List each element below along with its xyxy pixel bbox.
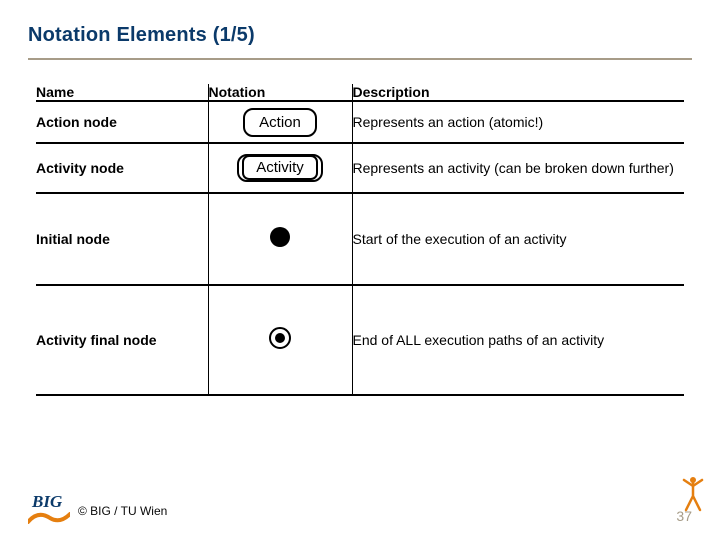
activity-node-icon: Activity [237, 154, 323, 182]
row-description: Represents an activity (can be broken do… [352, 143, 684, 193]
footer: BIG © BIG / TU Wien [28, 498, 167, 524]
row-notation [208, 193, 352, 285]
big-logo-text: BIG [32, 492, 62, 512]
header-notation: Notation [208, 84, 352, 101]
initial-node-icon [270, 227, 290, 247]
header-description: Description [352, 84, 684, 101]
table-row: Activity final node End of ALL execution… [36, 285, 684, 395]
table-row: Action node Action Represents an action … [36, 101, 684, 143]
row-notation: Activity [208, 143, 352, 193]
row-notation: Action [208, 101, 352, 143]
star-person-icon [680, 474, 706, 512]
copyright-text: © BIG / TU Wien [78, 504, 167, 518]
row-description: Represents an action (atomic!) [352, 101, 684, 143]
header-name: Name [36, 84, 208, 101]
action-node-icon: Action [243, 108, 317, 137]
page-number: 37 [676, 508, 692, 524]
row-name: Activity node [36, 143, 208, 193]
row-notation [208, 285, 352, 395]
row-description: Start of the execution of an activity [352, 193, 684, 285]
activity-final-node-icon [269, 327, 291, 349]
row-name: Initial node [36, 193, 208, 285]
big-logo-swoosh-icon [28, 512, 70, 524]
table-row: Activity node Activity Represents an act… [36, 143, 684, 193]
title-underline [28, 58, 692, 60]
row-name: Action node [36, 101, 208, 143]
slide-title: Notation Elements (1/5) [28, 24, 255, 47]
table-row: Initial node Start of the execution of a… [36, 193, 684, 285]
activity-node-label: Activity [242, 155, 318, 180]
notation-table: Name Notation Description Action node Ac… [36, 84, 684, 396]
table-header-row: Name Notation Description [36, 84, 684, 101]
row-name: Activity final node [36, 285, 208, 395]
row-description: End of ALL execution paths of an activit… [352, 285, 684, 395]
big-logo: BIG [28, 498, 70, 524]
